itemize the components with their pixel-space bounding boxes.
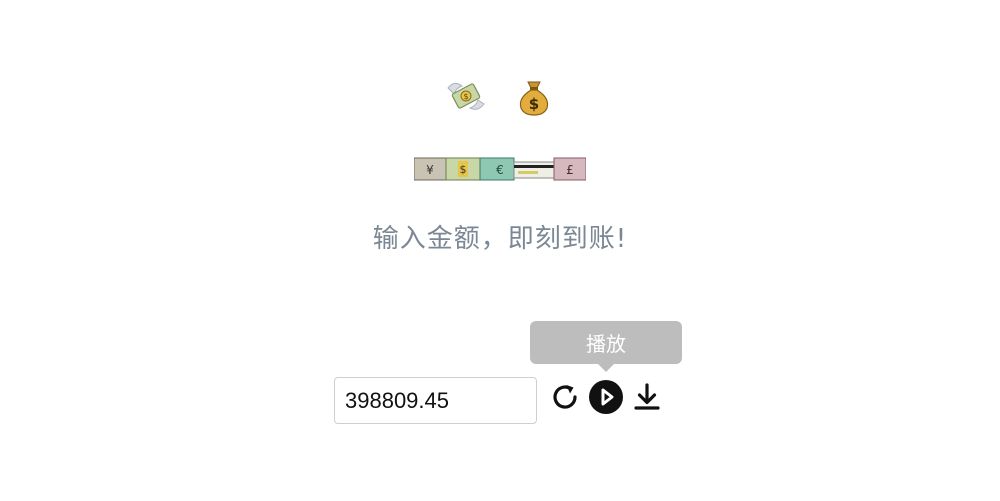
refresh-button[interactable] bbox=[547, 379, 583, 415]
header-emoji-row: $ $ bbox=[0, 78, 1000, 116]
tooltip-arrow bbox=[598, 364, 614, 372]
tooltip-label: 播放 bbox=[586, 332, 626, 356]
download-icon bbox=[634, 383, 660, 410]
money-bag-icon: $ bbox=[519, 81, 549, 116]
play-icon bbox=[589, 380, 623, 414]
play-tooltip: 播放 bbox=[530, 321, 682, 364]
svg-text:$: $ bbox=[460, 163, 467, 176]
app-stage: $ $ ¥ $ € £ 输入金额，即刻到账! 播放 bbox=[0, 0, 1000, 501]
svg-text:£: £ bbox=[566, 163, 574, 177]
play-button[interactable] bbox=[588, 379, 624, 415]
refresh-icon bbox=[553, 385, 577, 409]
svg-text:$: $ bbox=[529, 95, 539, 113]
amount-input[interactable] bbox=[334, 377, 537, 424]
money-with-wings-icon: $ bbox=[447, 82, 485, 110]
svg-text:¥: ¥ bbox=[426, 163, 434, 177]
svg-text:€: € bbox=[496, 163, 504, 177]
currency-notes-strip-icon: ¥ $ € £ bbox=[414, 157, 586, 181]
download-button[interactable] bbox=[629, 379, 665, 415]
tagline-text: 输入金额，即刻到账! bbox=[372, 224, 628, 254]
svg-text:$: $ bbox=[463, 92, 468, 101]
